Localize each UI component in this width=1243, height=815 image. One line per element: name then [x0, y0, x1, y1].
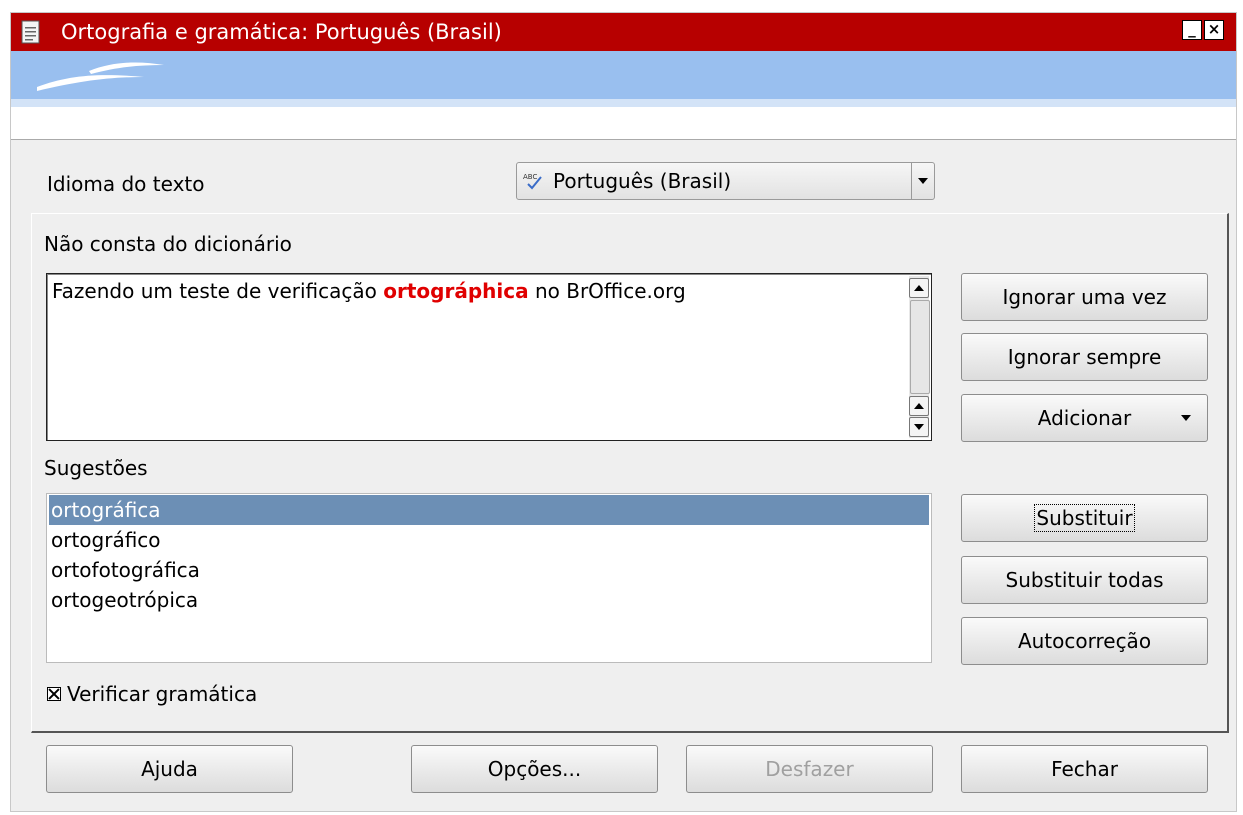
- replace-all-label: Substituir todas: [1005, 568, 1164, 592]
- sentence-text: Fazendo um teste de verificação ortográp…: [52, 278, 686, 304]
- textbox-scrollbar[interactable]: [909, 276, 930, 438]
- ignore-always-label: Ignorar sempre: [1007, 345, 1162, 369]
- language-value: Português (Brasil): [553, 169, 732, 193]
- not-in-dictionary-label: Não consta do dicionário: [44, 232, 292, 256]
- help-button[interactable]: Ajuda: [46, 745, 293, 793]
- scroll-up-icon[interactable]: [909, 278, 929, 298]
- ignore-once-label: Ignorar uma vez: [1002, 285, 1167, 309]
- list-item[interactable]: ortogeotrópica: [49, 585, 929, 615]
- check-grammar-label: Verificar gramática: [67, 682, 258, 706]
- sentence-before: Fazendo um teste de verificação: [52, 279, 384, 303]
- minimize-button[interactable]: _: [1182, 20, 1202, 40]
- add-button[interactable]: Adicionar: [961, 394, 1208, 442]
- replace-all-button[interactable]: Substituir todas: [961, 556, 1208, 604]
- list-item[interactable]: ortográfico: [49, 525, 929, 555]
- suggestions-label: Sugestões: [44, 456, 148, 480]
- spellcheck-dialog: Ortografia e gramática: Português (Brasi…: [10, 12, 1237, 812]
- banner-stripe: [11, 99, 1236, 107]
- check-grammar-checkbox[interactable]: [47, 687, 61, 701]
- header-subarea: [11, 107, 1236, 140]
- document-icon: [21, 20, 40, 44]
- replace-label: Substituir: [1034, 504, 1135, 532]
- ignore-always-button[interactable]: Ignorar sempre: [961, 333, 1208, 381]
- close-window-button[interactable]: ×: [1204, 20, 1224, 40]
- list-item[interactable]: ortofotográfica: [49, 555, 929, 585]
- ignore-once-button[interactable]: Ignorar uma vez: [961, 273, 1208, 321]
- svg-text:ABC: ABC: [523, 173, 537, 181]
- language-label: Idioma do texto: [47, 172, 205, 196]
- help-label: Ajuda: [141, 757, 198, 781]
- chevron-down-icon[interactable]: [911, 163, 934, 199]
- undo-label: Desfazer: [765, 757, 854, 781]
- options-button[interactable]: Opções...: [411, 745, 658, 793]
- title-bar[interactable]: Ortografia e gramática: Português (Brasi…: [11, 13, 1236, 51]
- options-label: Opções...: [487, 757, 582, 781]
- close-label: Fechar: [1051, 757, 1118, 781]
- autocorrect-button[interactable]: Autocorreção: [961, 617, 1208, 665]
- replace-button[interactable]: Substituir: [961, 494, 1208, 542]
- window-title: Ortografia e gramática: Português (Brasi…: [61, 20, 502, 44]
- close-button[interactable]: Fechar: [961, 745, 1208, 793]
- chevron-down-icon: [1181, 415, 1191, 421]
- autocorrect-label: Autocorreção: [1017, 629, 1152, 653]
- header-banner: [11, 51, 1236, 99]
- sentence-textbox[interactable]: Fazendo um teste de verificação ortográp…: [46, 273, 932, 441]
- scroll-up-small-icon[interactable]: [909, 396, 929, 416]
- misspelled-word: ortográphica: [383, 279, 529, 303]
- scroll-down-icon[interactable]: [909, 417, 929, 437]
- spellcheck-abc-icon: ABC: [523, 173, 542, 190]
- language-select[interactable]: ABC Português (Brasil): [516, 162, 935, 200]
- seagull-logo-icon: [37, 62, 164, 91]
- sentence-after: no BrOffice.org: [528, 279, 686, 303]
- add-label: Adicionar: [1037, 406, 1132, 430]
- undo-button[interactable]: Desfazer: [686, 745, 933, 793]
- list-item[interactable]: ortográfica: [49, 495, 929, 525]
- suggestions-list[interactable]: ortográfica ortográfico ortofotográfica …: [46, 493, 932, 663]
- scroll-thumb[interactable]: [910, 300, 930, 394]
